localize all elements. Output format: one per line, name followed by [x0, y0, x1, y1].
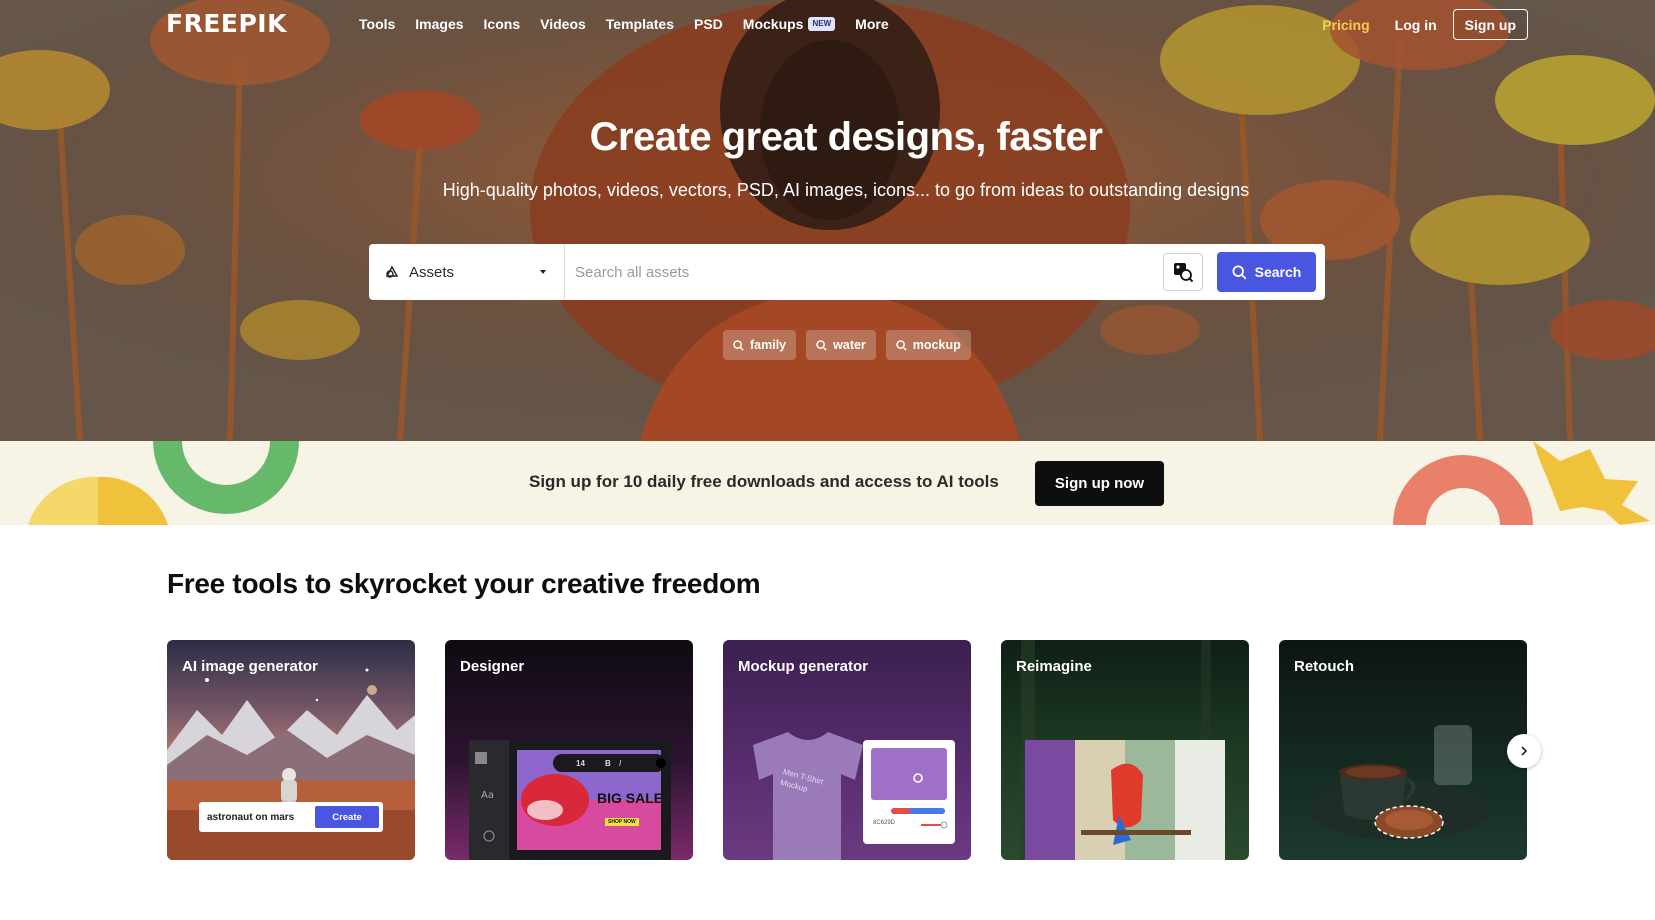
prompt-text: astronaut on mars	[207, 811, 295, 823]
card-title: Retouch	[1294, 658, 1354, 675]
tool-card-designer[interactable]: Aa Designer 14 B I BIG SALE SHOP NOW	[445, 640, 693, 860]
tools-section-title: Free tools to skyrocket your creative fr…	[167, 568, 761, 599]
card-title: AI image generator	[182, 658, 318, 675]
chevron-right-icon	[1521, 746, 1528, 756]
nav-link-psd[interactable]: PSD	[694, 14, 723, 34]
hero-overlay	[0, 0, 1655, 441]
carousel-next-button[interactable]	[1507, 734, 1541, 768]
search-icon	[896, 339, 907, 351]
search-icon	[1232, 264, 1247, 279]
tag-family[interactable]: family	[723, 330, 797, 360]
tool-card-retouch[interactable]: Retouch	[1279, 640, 1527, 860]
card-title: Reimagine	[1016, 658, 1092, 675]
new-badge: NEW	[808, 17, 836, 31]
banner-text: Sign up for 10 daily free downloads and …	[529, 472, 999, 491]
signup-button[interactable]: Sign up	[1452, 9, 1528, 40]
hex-value: 8C629D	[873, 820, 896, 826]
search-icon	[816, 339, 827, 351]
tag-label: family	[750, 338, 787, 352]
tag-water[interactable]: water	[806, 330, 876, 360]
nav-link-images[interactable]: Images	[415, 14, 463, 34]
nav-links: Tools Images Icons Videos Templates PSD …	[359, 14, 909, 34]
svg-text:Aa: Aa	[481, 790, 494, 801]
nav-link-mockups-label: Mockups	[742, 16, 804, 32]
search-bar: Assets Search	[369, 244, 1325, 300]
create-button-preview: Create	[315, 806, 379, 828]
login-link[interactable]: Log in	[1395, 17, 1437, 33]
nav-link-mockups[interactable]: Mockups NEW	[742, 14, 836, 34]
hero-title: Create great designs, faster	[589, 115, 1103, 159]
search-input[interactable]	[565, 244, 1163, 300]
asset-type-label: Assets	[409, 263, 455, 281]
logo-text: FREEPIK	[166, 9, 287, 38]
nav-link-more[interactable]: More	[855, 14, 888, 34]
promo-text: BIG SALE	[597, 790, 664, 806]
tag-label: water	[833, 338, 866, 352]
search-button[interactable]: Search	[1217, 252, 1316, 292]
nav-link-icons[interactable]: Icons	[484, 14, 521, 34]
tag-mockup[interactable]: mockup	[885, 330, 971, 360]
signup-now-button[interactable]: Sign up now	[1035, 461, 1164, 506]
tag-label: mockup	[912, 338, 961, 352]
search-button-label: Search	[1254, 264, 1302, 280]
nav-link-videos[interactable]: Videos	[540, 14, 586, 34]
nav-account-actions: Pricing Log in Sign up	[1322, 9, 1528, 40]
search-icon	[733, 339, 744, 351]
tool-card-mockup-generator[interactable]: Mockup generator Men T-Shirt Mockup 8C62…	[723, 640, 971, 860]
nav-link-tools[interactable]: Tools	[359, 14, 395, 34]
image-search-button[interactable]	[1163, 253, 1203, 291]
signup-banner: Sign up for 10 daily free downloads and …	[0, 441, 1655, 525]
hero-section: FREEPIK Tools Images Icons Videos Templa…	[0, 0, 1655, 441]
chevron-down-icon	[540, 270, 546, 274]
tool-card-ai-image-generator[interactable]: AI image generator astronaut on mars Cre…	[167, 640, 415, 860]
top-navigation: FREEPIK Tools Images Icons Videos Templa…	[0, 0, 1655, 50]
tool-card-reimagine[interactable]: Reimagine	[1001, 640, 1249, 860]
pricing-link[interactable]: Pricing	[1322, 17, 1369, 33]
tools-carousel: AI image generator astronaut on mars Cre…	[167, 640, 1527, 860]
suggested-tags: family water mockup	[723, 330, 971, 360]
toolbar-italic: I	[619, 759, 622, 768]
assets-icon	[385, 265, 399, 278]
font-size-value: 14	[576, 759, 585, 768]
card-title: Mockup generator	[738, 658, 869, 675]
promo-small-text: SHOP NOW	[605, 818, 639, 826]
nav-link-templates[interactable]: Templates	[606, 14, 674, 34]
image-search-icon	[1174, 263, 1194, 283]
asset-type-dropdown[interactable]: Assets	[369, 244, 565, 300]
card-title: Designer	[460, 658, 525, 675]
freepik-logo[interactable]: FREEPIK	[166, 10, 311, 38]
hero-subtitle: High-quality photos, videos, vectors, PS…	[442, 180, 1250, 200]
toolbar-bold: B	[605, 759, 611, 768]
prompt-preview: astronaut on mars Create	[199, 802, 383, 832]
